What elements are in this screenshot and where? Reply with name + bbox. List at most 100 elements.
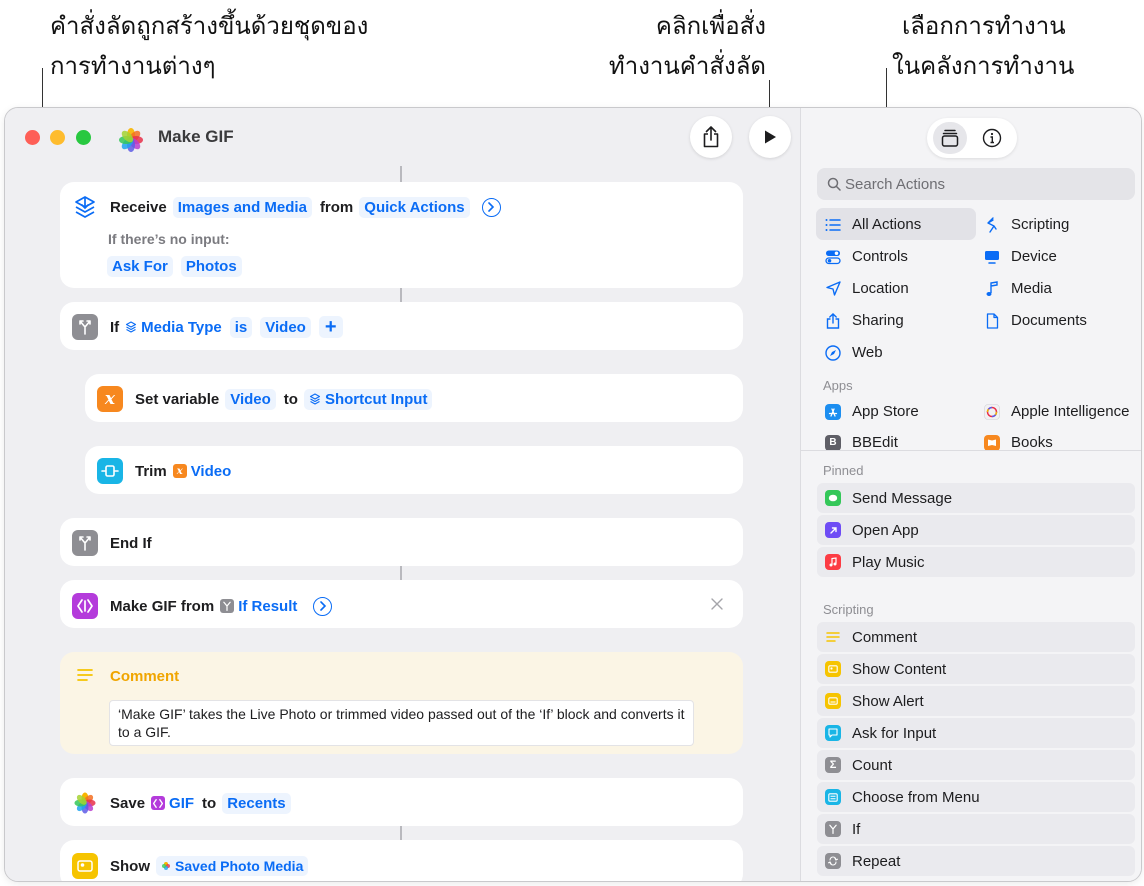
script-action-comment[interactable]: Comment [817, 622, 1135, 652]
if-icon [825, 821, 841, 837]
expand-options-button[interactable] [313, 596, 333, 616]
category-documents[interactable]: Documents [984, 312, 1087, 329]
app-books[interactable]: Books [984, 434, 1053, 450]
pinned-action-play-music[interactable]: Play Music [817, 547, 1135, 577]
callout-library-line1: เลือกการทำงาน [902, 12, 1066, 40]
app-app-store[interactable]: App Store [825, 403, 919, 420]
callout-actions-line1: คำสั่งลัดถูกสร้างขึ้นด้วยชุดของ [50, 12, 369, 40]
category-web[interactable]: Web [825, 344, 883, 361]
script-action-if[interactable]: If [817, 814, 1135, 844]
end-if-action-card[interactable] [60, 518, 743, 566]
end-if-row: End If [72, 529, 158, 557]
app-store-icon [825, 403, 841, 420]
action-library-sidebar: Search Actions All Actions Controls Loca… [800, 108, 1141, 881]
apps-section-header: Apps [823, 378, 853, 393]
app-apple-intelligence[interactable]: Apple Intelligence [984, 403, 1129, 420]
minimize-window-button[interactable] [50, 130, 65, 145]
chevron-right-icon [488, 202, 495, 212]
shortcut-input-label: Shortcut Input [324, 390, 428, 408]
category-label: Device [1011, 248, 1057, 265]
ask-input-icon [825, 725, 841, 741]
variable-icon: x [97, 386, 123, 412]
album-token[interactable]: Recents [222, 792, 291, 814]
scripting-section-header: Scripting [823, 602, 874, 617]
media-type-token[interactable]: Media Type [125, 319, 222, 336]
comment-action-card[interactable]: Comment ‘Make GIF’ takes the Live Photo … [60, 652, 743, 754]
pinned-action-label: Play Music [852, 553, 925, 571]
condition-token[interactable]: is [229, 316, 253, 338]
trim-row: Trim x Video [97, 457, 239, 485]
trim-input-token[interactable]: x Video [172, 463, 231, 480]
category-device[interactable]: Device [984, 248, 1057, 265]
script-action-label: Comment [852, 628, 918, 646]
info-button[interactable] [981, 127, 1003, 149]
no-input-action-token[interactable]: Ask For [107, 255, 173, 277]
search-actions-field[interactable]: Search Actions [817, 168, 1135, 200]
category-label: Controls [852, 248, 908, 265]
shortcut-input-token[interactable]: Shortcut Input [303, 388, 433, 410]
flow-connector [400, 566, 402, 580]
script-action-ask-for-input[interactable]: Ask for Input [817, 718, 1135, 748]
category-label: All Actions [852, 216, 922, 233]
run-shortcut-button[interactable] [749, 116, 791, 158]
callout-library-line2: ในคลังการทำงาน [892, 52, 1075, 80]
gif-label: GIF [169, 794, 195, 812]
if-result-token[interactable]: If Result [220, 598, 297, 615]
saved-media-label: Saved Photo Media [175, 858, 304, 874]
category-label: Scripting [1011, 216, 1070, 233]
script-action-show-content[interactable]: Show Content [817, 654, 1135, 684]
comment-text-field[interactable]: ‘Make GIF’ takes the Live Photo or trimm… [109, 700, 694, 746]
add-condition-button[interactable]: + [318, 316, 343, 338]
share-icon [703, 126, 719, 148]
category-sharing[interactable]: Sharing [825, 312, 904, 329]
bbedit-icon: B [825, 434, 841, 450]
receive-action-row: Receive Images and Media from Quick Acti… [72, 193, 501, 221]
no-input-label: If there’s no input: [108, 231, 230, 247]
category-all-actions[interactable]: All Actions [825, 216, 921, 233]
saved-media-token[interactable]: Saved Photo Media [156, 856, 309, 876]
share-button[interactable] [690, 116, 732, 158]
end-if-keyword: End If [110, 534, 152, 552]
callout-actions-line2: การทำงานต่างๆ [50, 52, 216, 80]
shortcut-editor: Make GIF Receive Images and Media from Q… [5, 108, 800, 881]
input-source-token[interactable]: Quick Actions [359, 196, 470, 218]
expand-options-button[interactable] [481, 197, 501, 217]
shortcut-title[interactable]: Make GIF [158, 127, 234, 147]
list-icon [825, 217, 841, 233]
sigma-icon: Σ [825, 757, 841, 773]
show-keyword: Show [110, 857, 150, 875]
close-window-button[interactable] [25, 130, 40, 145]
if-mini-icon [220, 599, 235, 613]
receive-icon [72, 194, 98, 220]
script-action-repeat[interactable]: Repeat [817, 846, 1135, 876]
remove-action-icon[interactable] [710, 597, 724, 611]
category-media[interactable]: Media [984, 280, 1052, 297]
library-button[interactable] [933, 122, 967, 154]
script-action-show-alert[interactable]: Show Alert [817, 686, 1135, 716]
chevron-right-icon [320, 601, 327, 611]
pinned-action-send-message[interactable]: Send Message [817, 483, 1135, 513]
category-location[interactable]: Location [825, 280, 909, 297]
category-controls[interactable]: Controls [825, 248, 908, 265]
no-input-app-token[interactable]: Photos [180, 255, 242, 277]
set-variable-row: x Set variable Video to Shortcut Input [97, 385, 440, 413]
repeat-icon [825, 853, 841, 869]
app-bbedit[interactable]: B BBEdit [825, 434, 898, 450]
location-arrow-icon [825, 281, 841, 297]
make-gif-icon [72, 593, 98, 619]
pinned-action-open-app[interactable]: Open App [817, 515, 1135, 545]
condition-value-token[interactable]: Video [260, 316, 311, 338]
script-action-count[interactable]: Σ Count [817, 750, 1135, 780]
input-type-token[interactable]: Images and Media [172, 196, 312, 218]
script-action-label: Count [852, 756, 893, 774]
category-scripting[interactable]: Scripting [984, 216, 1069, 233]
menu-icon [825, 789, 841, 805]
app-label: BBEdit [852, 434, 898, 450]
zoom-window-button[interactable] [76, 130, 91, 145]
apple-intelligence-icon [984, 403, 1000, 420]
app-label: App Store [852, 403, 919, 420]
script-action-choose-from-menu[interactable]: Choose from Menu [817, 782, 1135, 812]
variable-name-token[interactable]: Video [225, 388, 276, 410]
photos-app-icon [119, 128, 143, 152]
gif-token[interactable]: GIF [151, 795, 194, 812]
